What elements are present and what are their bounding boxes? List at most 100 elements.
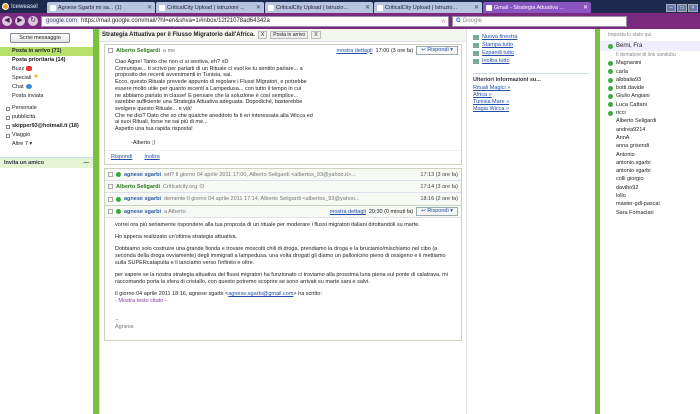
star-toggle-icon[interactable] <box>108 196 113 202</box>
chat-contact[interactable]: ricci <box>600 109 700 117</box>
close-icon[interactable]: ✕ <box>365 4 370 11</box>
chat-contact[interactable]: anna grisendi <box>600 142 700 150</box>
tool-label: Stampa tutto <box>482 42 514 48</box>
message-header[interactable]: Alberto Seligardi a me mostra dettagli 1… <box>105 45 461 56</box>
message-first: Alberto Seligardi a me mostra dettagli 1… <box>104 44 462 166</box>
browser-tab[interactable]: CriticalCity Upload | istruzioni ... ✕ <box>156 2 264 13</box>
chat-self[interactable]: Berni, Fra <box>600 41 700 51</box>
back-icon[interactable]: ◀ <box>2 16 12 26</box>
star-toggle-icon[interactable] <box>108 48 113 53</box>
star-toggle-icon[interactable] <box>108 172 113 178</box>
remove-label-icon[interactable]: X <box>311 31 321 39</box>
chat-contact[interactable]: Luca Cattani <box>600 101 700 109</box>
chat-status-input[interactable]: Imposta lo stato qui <box>600 29 700 41</box>
collapse-icon[interactable]: — <box>84 160 90 166</box>
chat-contact[interactable]: Alberto Seligardi <box>600 117 700 125</box>
search-input[interactable]: G Google <box>452 15 627 27</box>
chat-contact[interactable]: davibo92 <box>600 184 700 192</box>
address-bar[interactable]: google.com https://mail.google.com/mail/… <box>41 15 449 27</box>
label-more[interactable]: Altre 7 ▾ <box>0 140 93 149</box>
online-status-icon <box>608 85 613 91</box>
google-search-icon[interactable]: G <box>456 18 461 24</box>
compose-button[interactable]: Scrivi messaggio <box>10 33 70 43</box>
label-chip[interactable]: X <box>257 31 268 39</box>
close-icon[interactable]: ✕ <box>474 4 479 11</box>
chat-contact[interactable]: Giulio Angiani <box>600 92 700 100</box>
chat-contact[interactable]: carla <box>600 68 700 76</box>
nav-chat[interactable]: Chat <box>0 83 93 92</box>
new-window-link[interactable]: Nuova finestra <box>473 33 589 41</box>
iceweasel-icon <box>2 3 9 10</box>
reply-button[interactable]: ↩ Rispondi ▾ <box>416 46 458 55</box>
invite-friend-section[interactable]: Invita un amico — <box>0 157 93 168</box>
message-header[interactable]: agnese sgarbi a Alberto mostra dettagli … <box>105 206 461 219</box>
chat-contact[interactable]: andrea9214 <box>600 126 700 134</box>
chat-contact[interactable]: master-gdl-pascal <box>600 200 700 208</box>
forward-icon[interactable]: ▶ <box>15 16 25 26</box>
close-icon[interactable]: ✕ <box>256 4 261 11</box>
chat-contact[interactable]: antonio.sgarbi <box>600 159 700 167</box>
reply-label: Rispondi <box>427 208 449 215</box>
quote-email-link[interactable]: agnese.sgarbi@gmail.com <box>228 291 293 297</box>
reply-link[interactable]: Rispondi <box>111 154 132 160</box>
chat-contact[interactable]: antonio sgarbi <box>600 167 700 175</box>
browser-tab[interactable]: Agnese Sgarbi mi sa... (1) ✕ <box>47 2 155 13</box>
reload-icon[interactable]: ↻ <box>28 16 38 26</box>
chat-contact[interactable]: albbalia93 <box>600 76 700 84</box>
chat-contact[interactable]: Magnanini <box>600 59 700 67</box>
print-all-link[interactable]: Stampa tutto <box>473 41 589 49</box>
star-toggle-icon[interactable] <box>108 209 113 215</box>
chat-contact[interactable]: Antonio <box>600 151 700 159</box>
label-chip-inbox[interactable]: Posta in arrivo <box>270 31 309 39</box>
label-viaggio[interactable]: Viaggio <box>0 131 93 140</box>
close-icon[interactable]: ✕ <box>583 4 588 11</box>
nav-priority-inbox[interactable]: Posta prioritaria (14) <box>0 56 93 65</box>
chat-contact[interactable]: AnnA <box>600 134 700 142</box>
chat-contact[interactable]: lollo <box>600 192 700 200</box>
sender-name[interactable]: agnese sgarbi <box>124 172 161 178</box>
url-text[interactable]: https://mail.google.com/mail/?hl=en&shva… <box>81 18 439 24</box>
label-list: Personale pubblicità skipper93@hotmail.i… <box>0 104 93 149</box>
forward-all-link[interactable]: Inoltra tutto <box>473 57 589 65</box>
collapsed-message-row[interactable]: agnese sgarbi demente Il giorno 04 april… <box>105 193 461 206</box>
nav-inbox[interactable]: Posta in arrivo (71) <box>0 47 93 56</box>
show-details-link[interactable]: mostra dettagli <box>336 48 372 54</box>
chat-contact-name: Luca Cattani <box>616 101 647 108</box>
sender-name[interactable]: agnese sgarbi <box>124 209 161 215</box>
reply-button[interactable]: ↩ Rispondi ▾ <box>416 207 458 217</box>
sender-name[interactable]: agnese sgarbi <box>124 196 161 202</box>
label-pubblicita[interactable]: pubblicità <box>0 113 93 122</box>
browser-tab[interactable]: CriticalCity Upload | Istruzio... ✕ <box>265 2 373 13</box>
related-link[interactable]: Tunisia Mare » <box>473 99 589 106</box>
nav-buzz[interactable]: Buzz <box>0 65 93 74</box>
tab-favicon-icon <box>50 4 56 11</box>
browser-tab[interactable]: CriticalCity Upload | Istruzio... ✕ <box>374 2 482 13</box>
chat-contact[interactable]: botti.davide <box>600 84 700 92</box>
collapsed-message-row[interactable]: Alberto Seligardi Criticalcity.org :D 17… <box>105 181 461 194</box>
expand-all-link[interactable]: Espandi tutto <box>473 49 589 57</box>
site-identity[interactable]: google.com <box>44 18 80 24</box>
bookmark-star-icon[interactable]: ☆ <box>441 18 448 25</box>
chat-contact[interactable]: colli giorgio <box>600 175 700 183</box>
sender-name[interactable]: Alberto Seligardi <box>116 184 160 190</box>
related-link[interactable]: Rituali Magici » <box>473 85 589 92</box>
show-details-link[interactable]: mostra dettagli <box>330 209 366 215</box>
browser-tab-active[interactable]: Gmail - Strategia Attuativa ... ✕ <box>483 2 591 13</box>
sender-name[interactable]: Alberto Seligardi <box>116 48 160 54</box>
close-window-icon[interactable]: × <box>688 3 698 12</box>
show-quoted-text-link[interactable]: - Mostra testo citato - <box>115 298 167 304</box>
nav-sent[interactable]: Posta inviata <box>0 92 93 101</box>
label-personale[interactable]: Personale <box>0 104 93 113</box>
minimize-icon[interactable]: – <box>666 3 676 12</box>
related-link[interactable]: Africa » <box>473 92 589 99</box>
star-toggle-icon[interactable] <box>108 184 113 190</box>
related-link[interactable]: Magia Wicca » <box>473 106 589 113</box>
label-hotmail[interactable]: skipper93@hotmail.it (18) <box>0 122 93 131</box>
nav-starred[interactable]: Speciali ★ <box>0 74 93 83</box>
maximize-icon[interactable]: □ <box>677 3 687 12</box>
chat-contact[interactable]: Sara Fornaciari <box>600 209 700 217</box>
collapsed-message-row[interactable]: agnese sgarbi wtf? Il giorno 04 aprile 2… <box>105 169 461 182</box>
forward-link[interactable]: Inoltra <box>144 154 159 160</box>
signature-separator: -- <box>115 317 119 324</box>
close-icon[interactable]: ✕ <box>147 4 152 11</box>
